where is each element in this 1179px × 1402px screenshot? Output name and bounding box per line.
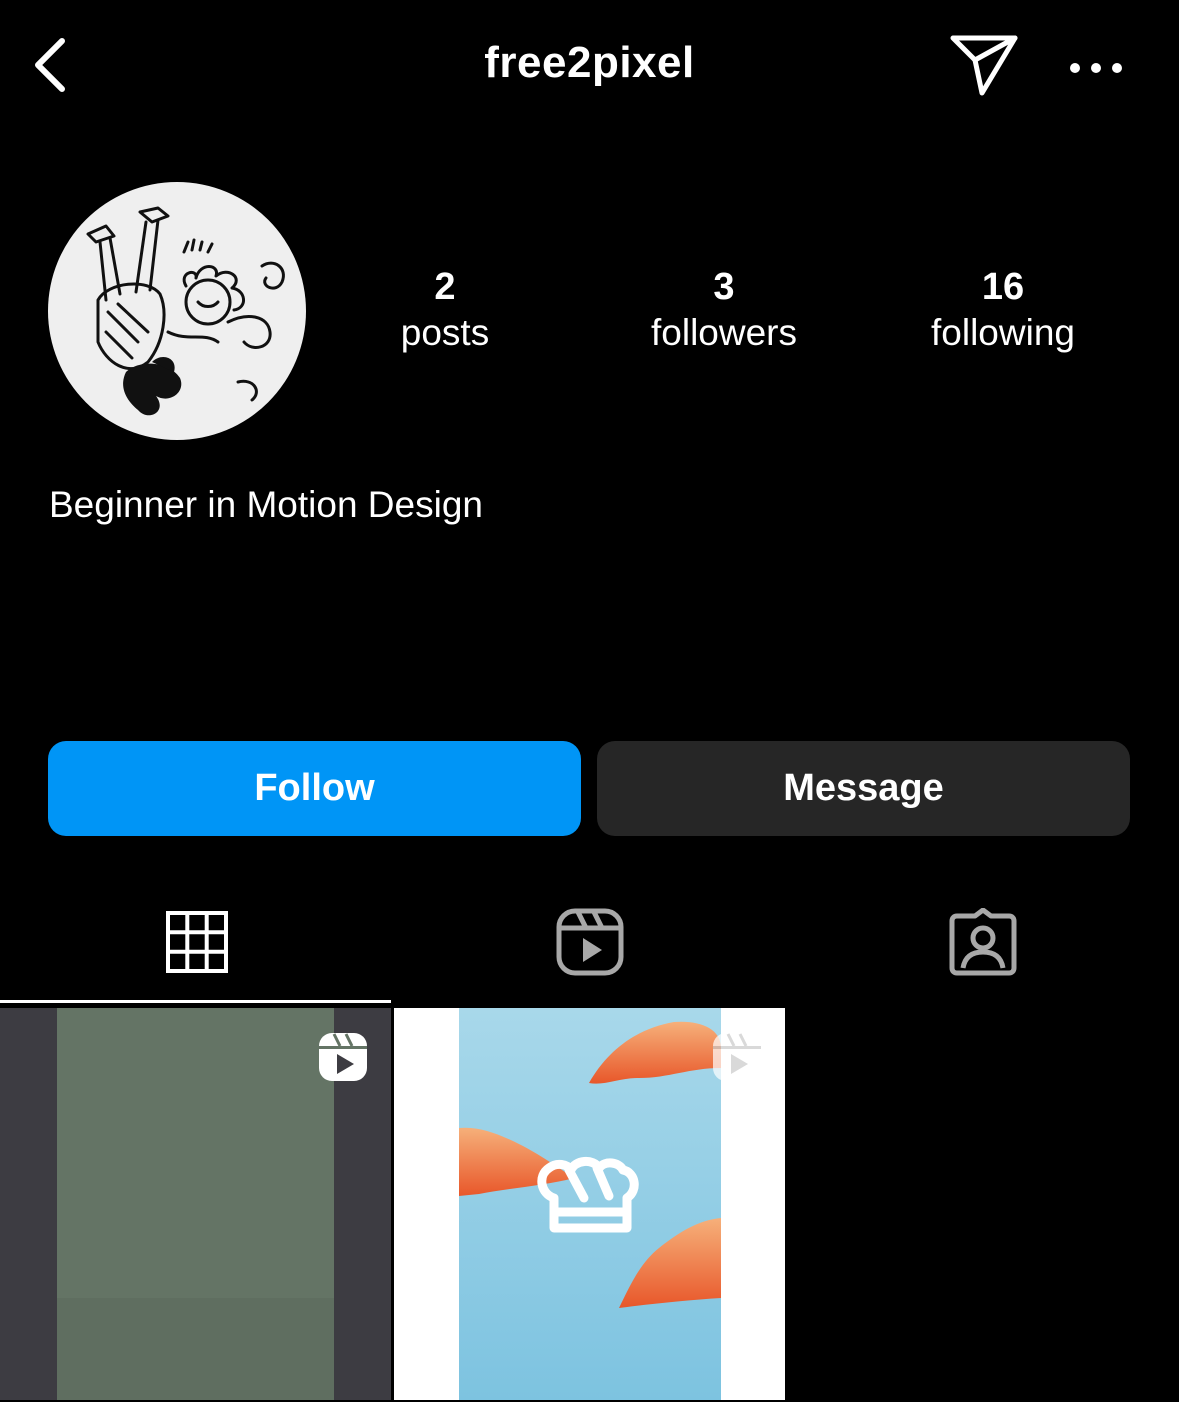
profile-avatar[interactable] (48, 182, 306, 440)
stat-followers[interactable]: 3 followers (614, 265, 834, 357)
reel-badge-icon (319, 1033, 367, 1081)
stat-posts-value: 2 (434, 266, 456, 308)
stat-following-value: 16 (981, 266, 1025, 308)
more-options-button[interactable] (1066, 48, 1126, 88)
follow-button[interactable]: Follow (48, 741, 581, 836)
tab-tagged[interactable] (786, 900, 1179, 984)
direct-message-button[interactable] (946, 30, 1022, 102)
stat-followers-label: followers (651, 312, 797, 353)
illustrated-avatar (86, 206, 285, 416)
stat-following[interactable]: 16 following (893, 265, 1113, 357)
tagged-person-icon (949, 908, 1016, 976)
message-button[interactable]: Message (597, 741, 1130, 836)
reels-icon (556, 908, 623, 976)
reel-badge-icon (713, 1033, 761, 1081)
stat-followers-value: 3 (713, 266, 735, 308)
active-tab-indicator (0, 1000, 391, 1003)
profile-bio: Beginner in Motion Design (49, 484, 483, 525)
stat-posts-label: posts (400, 312, 490, 353)
tab-reels[interactable] (393, 900, 786, 984)
post-1-lower-band (57, 1298, 334, 1400)
paper-plane-icon (950, 35, 1018, 96)
more-horizontal-icon (1070, 63, 1122, 73)
stat-following-label: following (931, 312, 1075, 353)
post-2-video-frame (459, 1008, 721, 1400)
post-thumbnail-1[interactable] (0, 1008, 391, 1400)
stat-posts[interactable]: 2 posts (335, 265, 555, 357)
tab-grid[interactable] (0, 900, 393, 984)
post-thumbnail-2[interactable] (394, 1008, 785, 1400)
post-2-artwork (459, 1021, 721, 1308)
grid-icon (165, 911, 228, 973)
